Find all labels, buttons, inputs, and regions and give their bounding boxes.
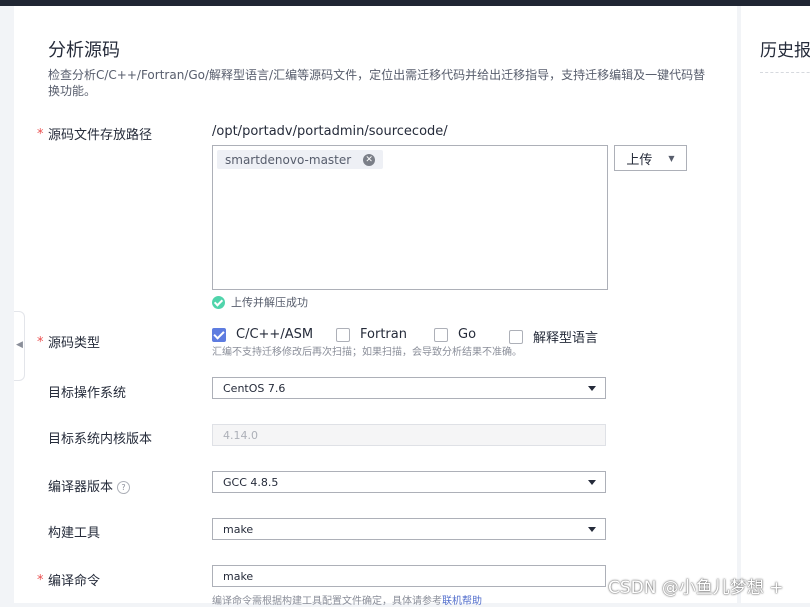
collapse-handle[interactable]: ◀ [14,311,25,381]
checkbox-icon[interactable] [434,327,448,342]
target-os-select[interactable]: CentOS 7.6 [212,377,606,399]
history-title: 历史报 [760,41,810,61]
build-cmd-input[interactable]: make [212,565,606,587]
source-type-label: 源码类型 [48,336,101,351]
upload-status: 上传并解压成功 [212,294,308,310]
checkbox-label: C/C++/ASM [236,327,314,342]
help-link[interactable]: 联机帮助 [442,596,482,607]
file-chip: smartdenovo-master ✕ [217,150,384,169]
build-tool-label: 构建工具 [48,526,101,541]
kernel-input: 4.14.0 [212,424,606,446]
target-os-value: CentOS 7.6 [223,381,286,395]
page-title: 分析源码 [48,40,120,61]
page-description: 检查分析C/C++/Fortran/Go/解释型语言/汇编等源码文件，定位出需迁… [48,68,706,98]
upload-button[interactable]: 上传 ▼ [614,145,687,171]
target-os-label: 目标操作系统 [48,386,127,401]
checkbox-label: 解释型语言 [533,331,599,346]
chevron-left-icon: ◀ [16,340,23,350]
build-tool-select[interactable]: make [212,518,606,540]
checkbox-fortran[interactable]: Fortran [336,327,407,342]
compiler-label-text: 编译器版本 [48,480,114,495]
help-icon[interactable]: ? [117,481,131,494]
checkbox-checked-icon[interactable] [212,327,226,342]
checkbox-icon[interactable] [509,329,523,344]
source-path-label: 源码文件存放路径 [48,128,153,143]
close-icon[interactable]: ✕ [363,153,376,166]
caret-down-icon: ▼ [668,153,675,163]
compiler-label: 编译器版本? [48,476,131,495]
watermark: CSDN @小鱼儿梦想 + [608,578,784,598]
checkbox-cpp-asm[interactable]: C/C++/ASM [212,327,313,342]
checkbox-label: Fortran [360,327,407,342]
build-cmd-label: 编译命令 [48,574,101,589]
checkbox-icon[interactable] [336,327,350,342]
divider [760,72,810,73]
checkbox-go[interactable]: Go [434,327,476,342]
build-cmd-hint-text: 编译命令需根据构建工具配置文件确定，具体请参考 [212,596,442,607]
dropdown-arrow-icon [588,527,596,532]
checkbox-interpreted[interactable]: 解释型语言 [509,327,598,346]
build-cmd-hint: 编译命令需根据构建工具配置文件确定，具体请参考联机帮助 [212,592,482,607]
compiler-select[interactable]: GCC 4.8.5 [212,471,606,493]
compiler-value: GCC 4.8.5 [223,475,279,489]
dropdown-arrow-icon [588,480,596,485]
upload-button-label: 上传 [626,152,653,168]
source-path-text: /opt/portadv/portadmin/sourcecode/ [212,124,448,139]
success-check-icon [212,295,225,309]
kernel-label: 目标系统内核版本 [48,432,153,447]
required-mark: * [37,335,44,350]
required-mark: * [37,127,44,142]
upload-status-text: 上传并解压成功 [231,296,308,309]
kernel-value: 4.14.0 [223,428,258,442]
required-mark: * [37,573,44,588]
build-tool-value: make [223,522,254,536]
file-chip-label: smartdenovo-master [225,152,352,167]
build-cmd-value: make [223,569,254,583]
upload-area[interactable]: smartdenovo-master ✕ [212,145,608,290]
history-panel: 历史报 [741,6,810,603]
checkbox-label: Go [458,327,477,342]
source-type-hint: 汇编不支持迁移修改后再次扫描；如果扫描，会导致分析结果不准确。 [212,347,522,358]
dropdown-arrow-icon [588,386,596,391]
